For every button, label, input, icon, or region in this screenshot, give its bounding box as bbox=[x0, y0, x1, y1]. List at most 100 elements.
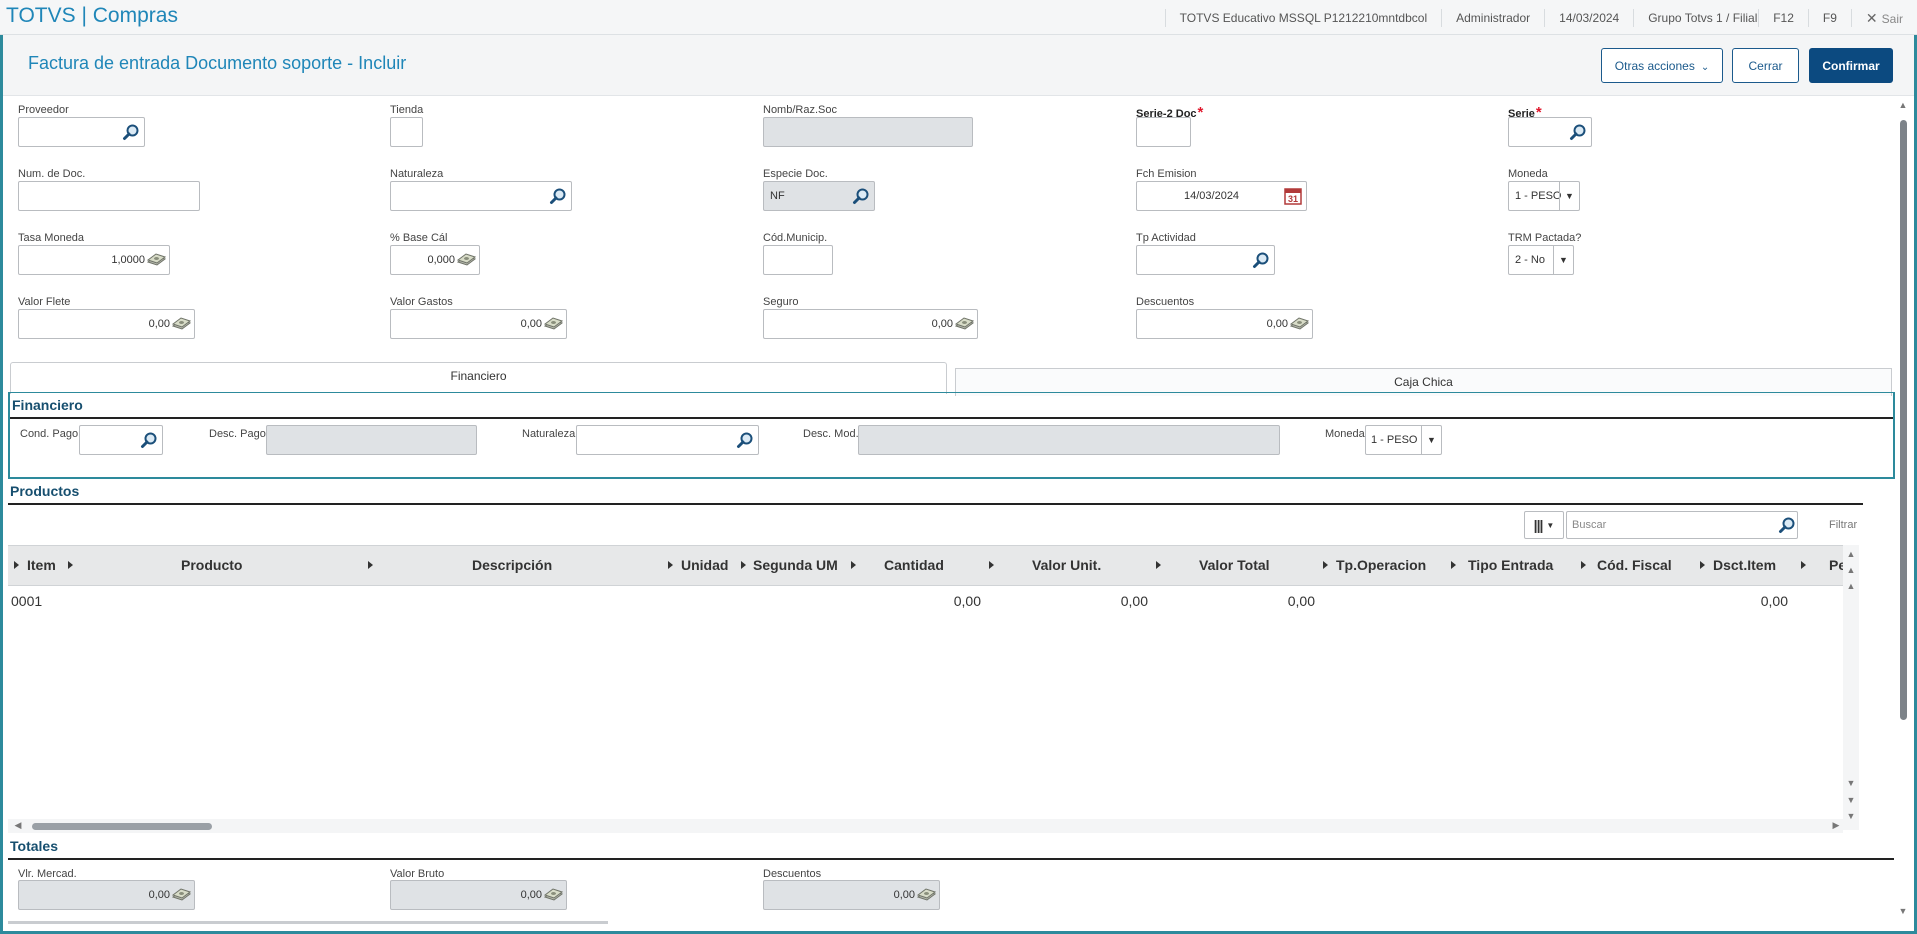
moneda-select[interactable]: 1 - PESO ▼ bbox=[1508, 181, 1580, 211]
column-resize-icon[interactable] bbox=[1156, 561, 1161, 569]
column-header-item[interactable]: Item bbox=[27, 546, 56, 585]
column-header-tipo-entrada[interactable]: Tipo Entrada bbox=[1468, 546, 1553, 585]
serie2-doc-input[interactable] bbox=[1136, 117, 1191, 147]
column-resize-icon[interactable] bbox=[741, 561, 746, 569]
trm-pactada-select[interactable]: 2 - No ▼ bbox=[1508, 245, 1574, 275]
confirm-button[interactable]: Confirmar bbox=[1809, 48, 1893, 83]
base-cal-value: 0,000 bbox=[427, 254, 455, 266]
page-vertical-scrollbar[interactable]: ▲ ▼ bbox=[1896, 96, 1910, 931]
serie-input[interactable] bbox=[1508, 117, 1592, 147]
cash-icon[interactable] bbox=[1290, 317, 1309, 331]
columns-button[interactable]: ||| ▼ bbox=[1524, 511, 1564, 539]
column-header-valor-total[interactable]: Valor Total bbox=[1199, 546, 1270, 585]
products-grid: Item Producto Descripción Unidad Segunda… bbox=[8, 545, 1844, 830]
dropdown-arrow-icon[interactable]: ▼ bbox=[1553, 246, 1573, 274]
cash-icon[interactable] bbox=[147, 253, 166, 267]
column-resize-icon[interactable] bbox=[1451, 561, 1456, 569]
tasa-moneda-input[interactable]: 1,0000 bbox=[18, 245, 170, 275]
column-resize-icon[interactable] bbox=[668, 561, 673, 569]
scroll-left-icon[interactable]: ◀ bbox=[10, 820, 26, 831]
date-label[interactable]: 14/03/2024 bbox=[1544, 8, 1633, 27]
column-header-descripcion[interactable]: Descripción bbox=[472, 546, 552, 585]
column-header-producto[interactable]: Producto bbox=[181, 546, 242, 585]
page-scroll-thumb[interactable] bbox=[1900, 120, 1907, 720]
column-resize-icon[interactable] bbox=[1801, 561, 1806, 569]
magnifier-icon[interactable] bbox=[852, 187, 870, 205]
expand-icon[interactable] bbox=[14, 561, 19, 569]
exit-button[interactable]: ✕ Sair bbox=[1850, 8, 1917, 27]
base-cal-input[interactable]: 0,000 bbox=[390, 245, 480, 275]
filter-button[interactable]: Filtrar bbox=[1829, 519, 1857, 531]
search-input[interactable] bbox=[1566, 511, 1798, 539]
naturaleza-input[interactable] bbox=[390, 181, 572, 211]
magnifier-icon[interactable] bbox=[549, 187, 567, 205]
especie-doc-input[interactable]: NF bbox=[763, 181, 875, 211]
column-resize-icon[interactable] bbox=[368, 561, 373, 569]
magnifier-icon[interactable] bbox=[1778, 516, 1796, 534]
company-label[interactable]: Grupo Totvs 1 / Filial Belo Horizonte bbox=[1633, 8, 1758, 27]
num-doc-input[interactable] bbox=[18, 181, 200, 211]
column-resize-icon[interactable] bbox=[1700, 561, 1705, 569]
column-resize-icon[interactable] bbox=[989, 561, 994, 569]
column-header-dsct-item[interactable]: Dsct.Item bbox=[1713, 546, 1776, 585]
column-resize-icon[interactable] bbox=[851, 561, 856, 569]
magnifier-icon[interactable] bbox=[736, 431, 754, 449]
column-header-pe[interactable]: Pe bbox=[1829, 546, 1844, 585]
cash-icon[interactable] bbox=[955, 317, 974, 331]
seguro-value: 0,00 bbox=[931, 318, 953, 330]
scroll-top-icon[interactable]: ▲ bbox=[1843, 549, 1859, 559]
f12-button[interactable]: F12 bbox=[1758, 8, 1808, 27]
fch-emision-input[interactable]: 14/03/2024 bbox=[1136, 181, 1307, 211]
scroll-down-icon[interactable]: ▼ bbox=[1895, 906, 1911, 916]
base-cal-label: % Base Cál bbox=[390, 232, 448, 244]
column-resize-icon[interactable] bbox=[1581, 561, 1586, 569]
dropdown-arrow-icon[interactable]: ▼ bbox=[1559, 182, 1579, 210]
column-header-cantidad[interactable]: Cantidad bbox=[884, 546, 944, 585]
magnifier-icon[interactable] bbox=[140, 431, 158, 449]
column-resize-icon[interactable] bbox=[68, 561, 73, 569]
descuentos-label: Descuentos bbox=[1136, 296, 1195, 308]
dropdown-arrow-icon[interactable]: ▼ bbox=[1421, 426, 1441, 454]
scroll-down-icon[interactable]: ▼ bbox=[1843, 778, 1859, 788]
grid-vertical-scrollbar[interactable]: ▲ ▲ ▲ ▼ ▼ ▼ bbox=[1843, 545, 1859, 830]
valor-flete-input[interactable]: 0,00 bbox=[18, 309, 195, 339]
cash-icon[interactable] bbox=[457, 253, 476, 267]
magnifier-icon[interactable] bbox=[1252, 251, 1270, 269]
valor-gastos-input[interactable]: 0,00 bbox=[390, 309, 567, 339]
column-header-cod-fiscal[interactable]: Cód. Fiscal bbox=[1597, 546, 1672, 585]
required-marker: * bbox=[1197, 104, 1204, 121]
descuentos-value: 0,00 bbox=[1266, 318, 1288, 330]
column-header-valor-unit[interactable]: Valor Unit. bbox=[1032, 546, 1101, 585]
tp-actividad-input[interactable] bbox=[1136, 245, 1275, 275]
scroll-up-icon[interactable]: ▲ bbox=[1843, 581, 1859, 591]
f9-button[interactable]: F9 bbox=[1807, 8, 1851, 27]
scroll-page-up-icon[interactable]: ▲ bbox=[1843, 565, 1859, 575]
column-header-unidad[interactable]: Unidad bbox=[681, 546, 728, 585]
magnifier-icon[interactable] bbox=[1569, 123, 1587, 141]
scroll-right-icon[interactable]: ▶ bbox=[1828, 820, 1844, 831]
proveedor-input[interactable] bbox=[18, 117, 145, 147]
tienda-input[interactable] bbox=[390, 117, 423, 147]
column-header-segunda-um[interactable]: Segunda UM bbox=[753, 546, 838, 585]
cod-municip-input[interactable] bbox=[763, 245, 833, 275]
other-actions-button[interactable]: Otras acciones ⌄ bbox=[1601, 48, 1723, 83]
horizontal-scroll-thumb[interactable] bbox=[32, 823, 212, 830]
descuentos-input[interactable]: 0,00 bbox=[1136, 309, 1313, 339]
user-label[interactable]: Administrador bbox=[1441, 8, 1544, 27]
seguro-input[interactable]: 0,00 bbox=[763, 309, 978, 339]
cond-pago-input[interactable] bbox=[79, 425, 163, 455]
scroll-page-down-icon[interactable]: ▼ bbox=[1843, 795, 1859, 805]
cash-icon[interactable] bbox=[544, 317, 563, 331]
fin-moneda-select[interactable]: 1 - PESO ▼ bbox=[1365, 425, 1442, 455]
scroll-up-icon[interactable]: ▲ bbox=[1895, 100, 1911, 110]
grid-horizontal-scrollbar[interactable]: ◀ ▶ bbox=[8, 819, 1843, 833]
column-header-tp-operacion[interactable]: Tp.Operacion bbox=[1336, 546, 1426, 585]
magnifier-icon[interactable] bbox=[122, 123, 140, 141]
cash-icon[interactable] bbox=[172, 317, 191, 331]
close-button[interactable]: Cerrar bbox=[1732, 48, 1799, 83]
calendar-icon[interactable] bbox=[1284, 187, 1302, 205]
fin-naturaleza-input[interactable] bbox=[576, 425, 759, 455]
column-resize-icon[interactable] bbox=[1323, 561, 1328, 569]
tab-financiero[interactable]: Financiero bbox=[10, 362, 947, 394]
scroll-bottom-icon[interactable]: ▼ bbox=[1843, 811, 1859, 821]
